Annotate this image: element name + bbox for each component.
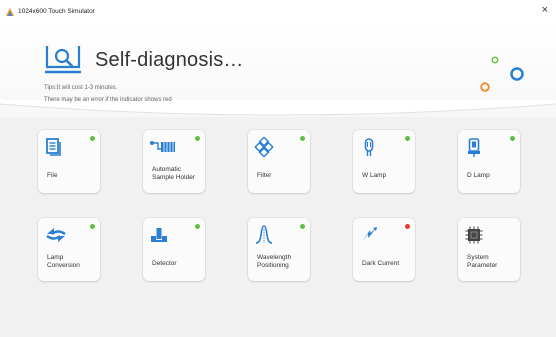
status-indicator [90,224,95,229]
card-wavelength-positioning[interactable]: Wavelength Positioning [248,218,310,281]
sample-holder-icon [150,141,175,152]
title-bar: 1024x600 Touch Simulator × [0,0,556,22]
d-lamp-icon [468,138,480,157]
status-indicator-error [405,224,410,229]
card-system-parameter[interactable]: System Parameter [458,218,520,281]
card-label: System Parameter [467,254,498,269]
card-label: Dark Current [362,260,400,267]
card-detector[interactable]: Detector [143,218,205,281]
card-label: D Lamp [467,172,490,179]
card-filter[interactable]: Filter [248,130,310,193]
page-title: Self-diagnosis… [95,49,244,71]
w-lamp-icon [364,138,374,156]
status-indicator [300,136,305,141]
status-indicator [300,224,305,229]
status-indicator [90,136,95,141]
status-indicator [195,136,200,141]
card-w-lamp[interactable]: W Lamp [353,130,415,193]
window-title: 1024x600 Touch Simulator [18,8,95,15]
system-parameter-icon [465,226,483,244]
app-icon [6,8,14,16]
detector-icon [151,228,167,242]
card-label: W Lamp [362,172,387,179]
status-indicator [405,136,410,141]
card-label: Automatic Sample Holder [152,166,195,181]
diagnosis-icon [45,46,81,74]
card-label: File [47,172,58,179]
tip-duration: Tips:It will cost 1-3 minutes. [44,85,118,91]
file-icon [46,138,61,156]
card-label: Wavelength Positioning [257,254,292,269]
card-label: Filter [257,172,272,179]
card-d-lamp[interactable]: D Lamp [458,130,520,193]
wavelength-icon [255,225,273,244]
dark-current-icon [362,227,377,242]
card-automatic-sample-holder[interactable]: Automatic Sample Holder [143,130,205,193]
card-label: Detector [152,260,177,267]
lamp-conversion-icon [46,228,66,242]
status-indicator [510,136,515,141]
card-lamp-conversion[interactable]: Lamp Conversion [38,218,100,281]
card-dark-current[interactable]: Dark Current [353,218,415,281]
close-button[interactable]: × [542,5,548,16]
filter-icon [254,137,274,157]
banner-divider [0,100,556,116]
tip-indicator: There may be an error if the indicator s… [44,97,172,103]
decorative-circles [480,56,524,92]
card-file[interactable]: File [38,130,100,193]
card-label: Lamp Conversion [47,254,80,269]
status-indicator [195,224,200,229]
